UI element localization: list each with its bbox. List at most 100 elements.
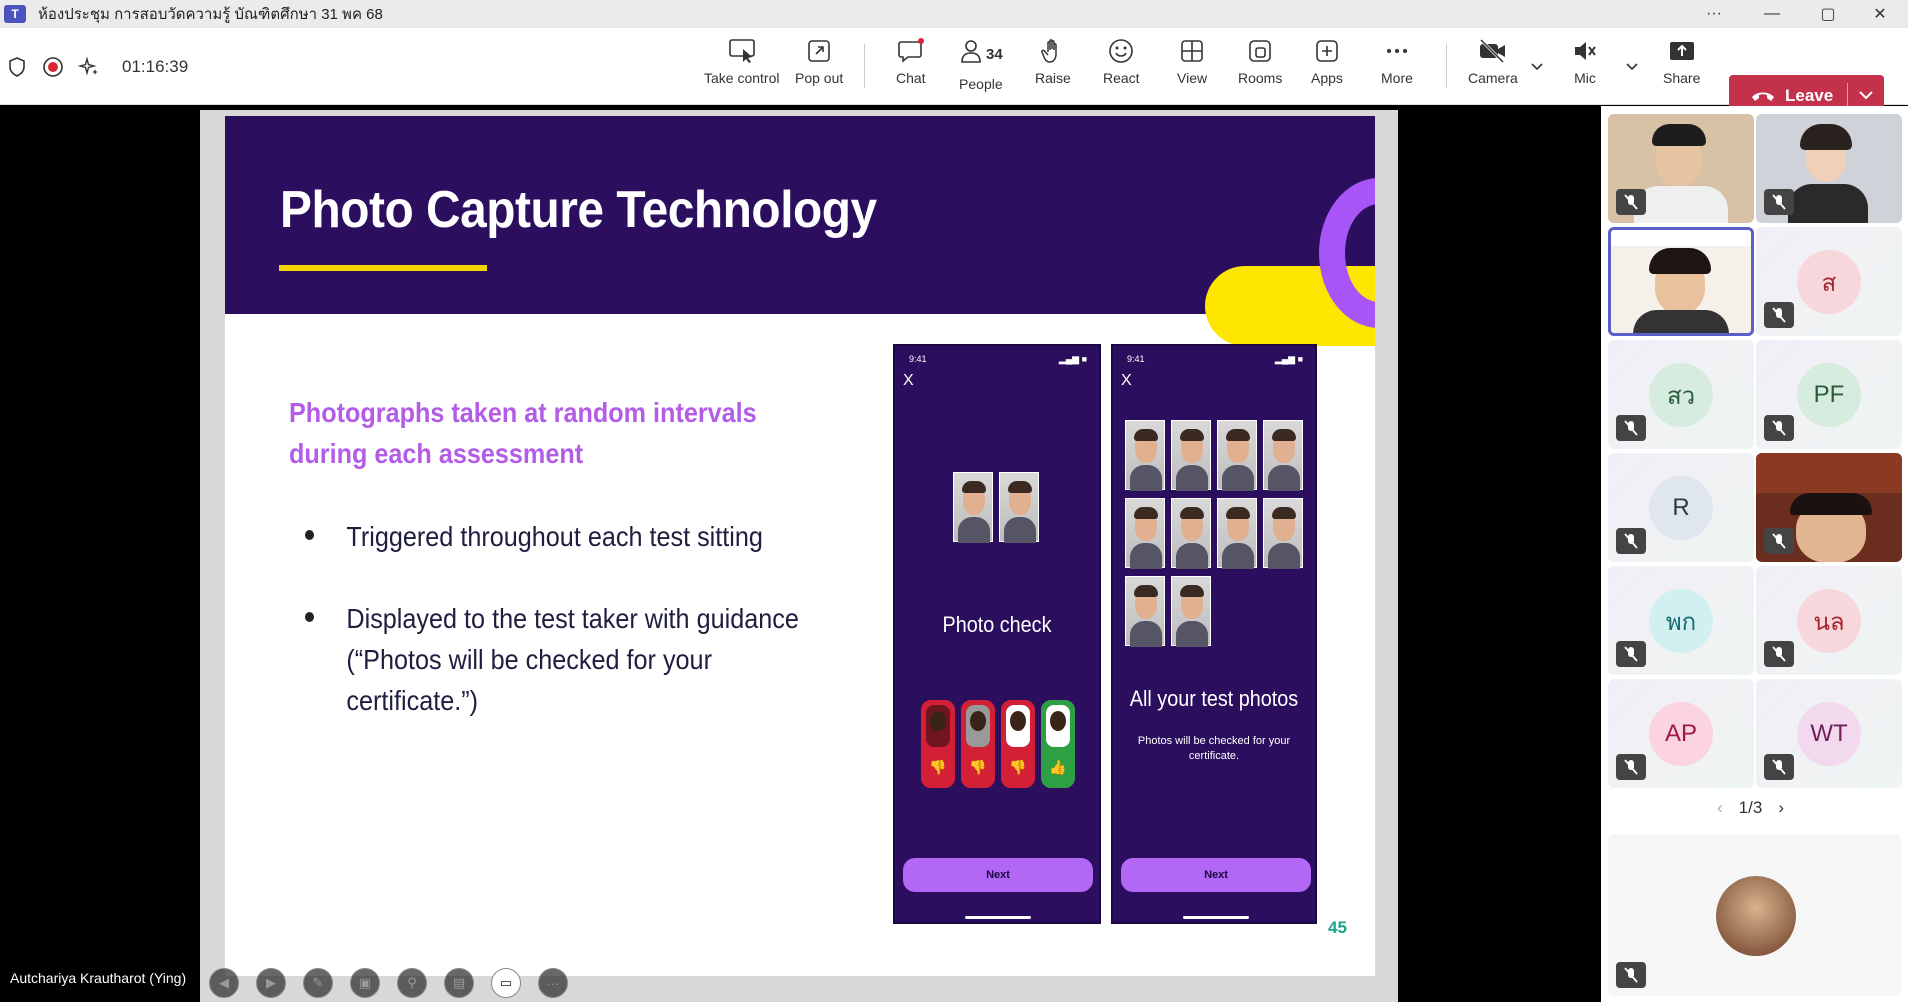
raise-label: Raise bbox=[1035, 70, 1071, 86]
people-icon bbox=[961, 40, 981, 63]
pop-out-button[interactable]: Pop out bbox=[795, 38, 843, 98]
people-button[interactable]: 34 People bbox=[959, 38, 1003, 98]
share-button[interactable]: Share bbox=[1663, 38, 1700, 98]
bullet-text: Triggered throughout each test sitting bbox=[346, 521, 763, 552]
thumbs-down-icon: 👎 bbox=[969, 759, 987, 775]
window-title: ห้องประชุม การสอบวัดความรู้ บัณฑิตศึกษา … bbox=[38, 6, 383, 23]
plus-icon bbox=[1316, 40, 1338, 62]
teams-logo-icon: T bbox=[4, 5, 26, 23]
status-icons: ▂▄▆ ■ bbox=[1274, 354, 1303, 364]
home-indicator bbox=[1183, 916, 1249, 919]
chat-button[interactable]: Chat bbox=[896, 38, 926, 98]
participant-video-tile[interactable] bbox=[1756, 453, 1902, 562]
participant-gallery: ส สว PF R พก นล AP WT ‹ 1/3 › bbox=[1601, 106, 1908, 1002]
vote-card: 👍 bbox=[1041, 700, 1075, 788]
participant-video-tile[interactable] bbox=[1608, 114, 1754, 223]
pop-out-label: Pop out bbox=[795, 70, 844, 86]
share-icon bbox=[1669, 42, 1694, 60]
face-photo bbox=[953, 472, 993, 543]
more-options-icon[interactable]: ··· bbox=[538, 968, 568, 998]
participant-tile[interactable]: นล bbox=[1756, 566, 1902, 675]
shield-icon[interactable] bbox=[6, 56, 28, 78]
grid-view-icon bbox=[1181, 40, 1203, 62]
take-control-button[interactable]: Take control bbox=[704, 38, 779, 98]
camera-label: Camera bbox=[1468, 70, 1518, 86]
rooms-button[interactable]: Rooms bbox=[1238, 38, 1282, 98]
raise-hand-icon bbox=[1041, 39, 1057, 63]
participant-hair bbox=[1790, 493, 1872, 515]
more-button[interactable]: More bbox=[1381, 38, 1413, 98]
camera-off-icon bbox=[1479, 38, 1505, 64]
subtitles-icon[interactable]: ▤ bbox=[444, 968, 474, 998]
leave-options-chevron-icon[interactable] bbox=[1857, 87, 1875, 103]
mic-muted-icon bbox=[1764, 189, 1794, 215]
zoom-icon[interactable]: ⚲ bbox=[397, 968, 427, 998]
slide-title: Photo Capture Technology bbox=[280, 181, 877, 239]
leave-divider bbox=[1847, 83, 1848, 108]
rooms-label: Rooms bbox=[1238, 70, 1283, 86]
bullet-text-line-1: Displayed to the test taker with guidanc… bbox=[346, 603, 799, 634]
apps-button[interactable]: Apps bbox=[1311, 38, 1343, 98]
ellipsis-icon bbox=[1386, 49, 1407, 53]
camera-options-chevron-icon[interactable] bbox=[1527, 56, 1547, 76]
participant-tile[interactable]: AP bbox=[1608, 679, 1754, 788]
camera-button[interactable]: Camera bbox=[1468, 38, 1518, 98]
pen-icon[interactable]: ✎ bbox=[303, 968, 333, 998]
vote-card: 👎 bbox=[961, 700, 995, 788]
maximize-button[interactable]: ▢ bbox=[1800, 0, 1856, 28]
bullet-dot bbox=[305, 530, 314, 540]
mic-muted-icon bbox=[1764, 528, 1794, 554]
mic-off-icon bbox=[1575, 42, 1596, 60]
react-label: React bbox=[1103, 70, 1140, 86]
mic-button[interactable]: Mic bbox=[1572, 38, 1598, 98]
face-photo bbox=[1263, 498, 1303, 569]
participant-tile[interactable]: PF bbox=[1756, 340, 1902, 449]
participant-initials: พก bbox=[1649, 589, 1713, 653]
test-photos-note-line-2: certificate. bbox=[1188, 750, 1240, 762]
previous-slide-icon[interactable]: ◀ bbox=[209, 968, 239, 998]
participant-tile[interactable]: สว bbox=[1608, 340, 1754, 449]
view-label: View bbox=[1177, 70, 1208, 86]
self-avatar bbox=[1716, 876, 1796, 956]
participant-initials: นล bbox=[1797, 589, 1861, 653]
toolbar-divider bbox=[1446, 44, 1447, 88]
face-photo bbox=[1125, 498, 1165, 569]
laser-pointer-icon[interactable]: ▣ bbox=[350, 968, 380, 998]
raise-hand-button[interactable]: Raise bbox=[1035, 38, 1071, 98]
gallery-next-page-icon[interactable]: › bbox=[1778, 798, 1784, 818]
photo-check-heading: Photo check bbox=[942, 612, 1052, 637]
title-underline bbox=[279, 265, 487, 271]
face-photo bbox=[1171, 576, 1211, 647]
participant-tile[interactable]: ส bbox=[1756, 227, 1902, 336]
video-camera-icon[interactable]: ▭ bbox=[491, 968, 521, 998]
participant-hair bbox=[1652, 124, 1706, 146]
share-label: Share bbox=[1663, 70, 1701, 86]
face-photo bbox=[1171, 498, 1211, 569]
mic-muted-icon bbox=[1616, 641, 1646, 667]
mic-options-chevron-icon[interactable] bbox=[1622, 56, 1642, 76]
pop-out-icon bbox=[808, 40, 830, 62]
minimize-button[interactable]: — bbox=[1744, 0, 1800, 28]
sparkle-icon[interactable] bbox=[78, 55, 100, 78]
participant-tile[interactable]: พก bbox=[1608, 566, 1754, 675]
view-button[interactable]: View bbox=[1177, 38, 1207, 98]
meeting-toolbar: 01:16:39 Take control Pop out Chat 34 Pe… bbox=[0, 28, 1908, 116]
people-label: People bbox=[959, 76, 1003, 92]
face-photo bbox=[1217, 420, 1257, 491]
window-menu-button[interactable]: ··· bbox=[1686, 0, 1742, 28]
participant-banner bbox=[1611, 230, 1751, 246]
gallery-page-indicator: 1/3 bbox=[1738, 798, 1763, 817]
mic-muted-icon bbox=[1616, 189, 1646, 215]
mic-muted-icon bbox=[1616, 754, 1646, 780]
gallery-prev-page-icon[interactable]: ‹ bbox=[1717, 798, 1723, 818]
participant-video-tile-active-speaker[interactable] bbox=[1608, 227, 1754, 336]
close-window-button[interactable]: ✕ bbox=[1852, 0, 1908, 28]
participant-tile[interactable]: WT bbox=[1756, 679, 1902, 788]
react-button[interactable]: React bbox=[1103, 38, 1140, 98]
participant-video-tile[interactable] bbox=[1756, 114, 1902, 223]
phone-hangup-icon bbox=[1752, 92, 1774, 101]
meeting-status: 01:16:39 bbox=[6, 28, 188, 105]
self-view-tile[interactable] bbox=[1608, 834, 1902, 996]
participant-tile[interactable]: R bbox=[1608, 453, 1754, 562]
next-slide-icon[interactable]: ▶ bbox=[256, 968, 286, 998]
